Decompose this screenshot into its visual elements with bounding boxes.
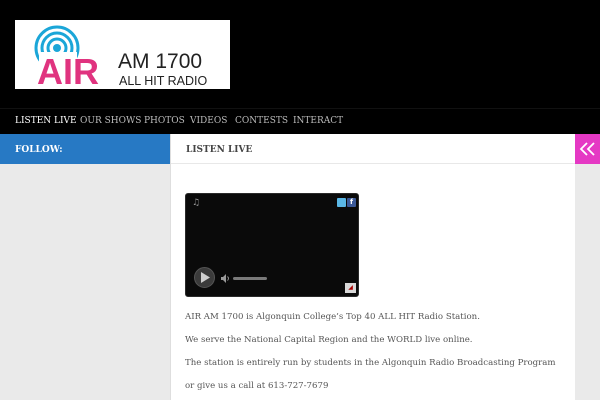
- nav-item-our-shows[interactable]: OUR SHOWS: [80, 116, 141, 126]
- nav-item-interact[interactable]: INTERACT: [293, 116, 343, 126]
- share-icons: f: [337, 198, 357, 207]
- main-nav: LISTEN LIVE OUR SHOWS PHOTOS VIDEOS CONT…: [0, 108, 600, 134]
- students-paragraph: The station is entirely run by students …: [185, 358, 556, 368]
- sidebar-toggle-button[interactable]: [575, 134, 600, 164]
- service-paragraph: We serve the National Capital Region and…: [185, 335, 473, 345]
- nav-item-photos[interactable]: PHOTOS: [144, 116, 185, 126]
- double-chevron-left-icon: [579, 142, 595, 156]
- page-title: LISTEN LIVE: [186, 145, 253, 155]
- site-logo[interactable]: AIR AM 1700 ALL HIT RADIO: [15, 20, 230, 89]
- twitter-icon[interactable]: [337, 198, 346, 207]
- volume-icon[interactable]: [221, 274, 230, 283]
- logo-graphic: AIR AM 1700 ALL HIT RADIO: [34, 25, 207, 89]
- nav-item-listen-live[interactable]: LISTEN LIVE: [15, 116, 77, 126]
- svg-text:AM 1700: AM 1700: [118, 50, 202, 73]
- facebook-icon[interactable]: f: [347, 198, 356, 207]
- contact-paragraph: or give us a call at 613-727-7679: [185, 381, 329, 391]
- site-header: AIR AM 1700 ALL HIT RADIO: [0, 0, 600, 108]
- nav-item-videos[interactable]: VIDEOS: [190, 116, 227, 126]
- intro-paragraph: AIR AM 1700 is Algonquin College’s Top 4…: [185, 312, 480, 322]
- follow-label: FOLLOW:: [15, 145, 63, 155]
- nav-item-contests[interactable]: CONTESTS: [235, 116, 288, 126]
- player-badge-icon: ◢: [345, 283, 356, 293]
- follow-bar: FOLLOW:: [0, 134, 170, 164]
- volume-slider[interactable]: [233, 277, 267, 280]
- svg-text:ALL HIT RADIO: ALL HIT RADIO: [119, 74, 207, 88]
- music-note-icon: ♫: [192, 198, 201, 208]
- audio-player[interactable]: ♫ f ◢: [185, 193, 359, 297]
- play-icon: [201, 272, 210, 283]
- title-divider: [171, 163, 575, 164]
- svg-text:AIR: AIR: [37, 51, 99, 89]
- play-button[interactable]: [194, 267, 215, 288]
